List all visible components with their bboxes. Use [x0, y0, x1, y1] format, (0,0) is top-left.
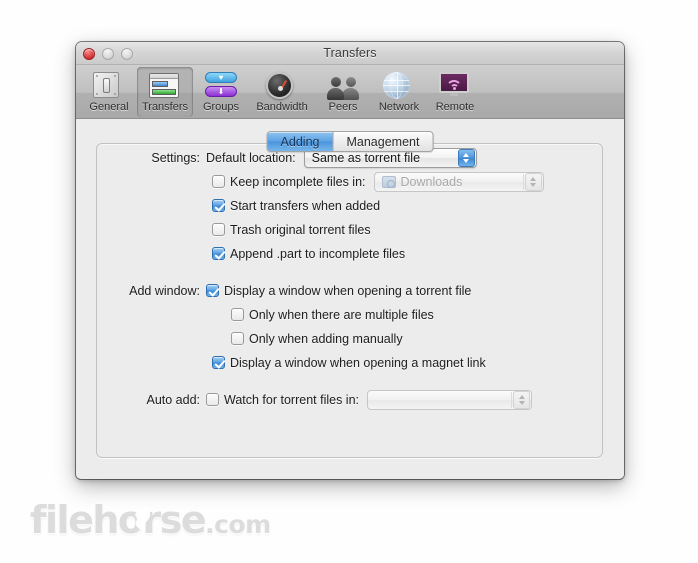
start-transfers-checkbox[interactable]	[212, 199, 225, 212]
row-trash-original: Trash original torrent files	[212, 219, 624, 240]
row-display-magnet: Display a window when opening a magnet l…	[212, 352, 624, 373]
preferences-window: Transfers General Transfers ♥ ⬇ Groups B…	[76, 42, 624, 479]
tab-management[interactable]: Management	[332, 132, 432, 151]
only-multiple-label: Only when there are multiple files	[249, 307, 434, 322]
row-auto-add: Auto add: Watch for torrent files in:	[76, 389, 624, 410]
append-part-label: Append .part to incomplete files	[230, 246, 406, 261]
toolbar-label-bandwidth: Bandwidth	[256, 101, 308, 113]
transfers-list-icon	[149, 70, 181, 100]
keep-incomplete-value: Downloads	[400, 174, 463, 189]
group-pills-icon: ♥ ⬇	[205, 70, 237, 100]
row-only-multiple: Only when there are multiple files	[231, 304, 624, 325]
append-part-checkbox[interactable]	[212, 247, 225, 260]
toolbar-item-transfers[interactable]: Transfers	[137, 67, 193, 117]
gauge-icon	[266, 70, 298, 100]
keep-incomplete-label: Keep incomplete files in:	[230, 174, 366, 189]
watch-folder-popup	[367, 389, 532, 410]
folder-icon	[381, 175, 396, 188]
globe-icon	[383, 70, 415, 100]
window-title: Transfers	[323, 46, 377, 60]
toolbar-label-peers: Peers	[328, 101, 358, 113]
toolbar-item-peers[interactable]: Peers	[315, 67, 371, 117]
watermark-suffix: .com	[205, 510, 271, 539]
toolbar-item-groups[interactable]: ♥ ⬇ Groups	[193, 67, 249, 117]
popup-arrows-icon	[513, 390, 530, 409]
row-only-manual: Only when adding manually	[231, 328, 624, 349]
trash-original-checkbox[interactable]	[212, 223, 225, 236]
trash-original-label: Trash original torrent files	[230, 222, 371, 237]
toolbar-label-remote: Remote	[435, 101, 475, 113]
toolbar-label-network: Network	[378, 101, 420, 113]
toolbar-item-remote[interactable]: Remote	[427, 67, 483, 117]
watch-folder-checkbox[interactable]	[206, 393, 219, 406]
tab-adding[interactable]: Adding	[267, 132, 333, 151]
display-wifi-icon	[439, 70, 471, 100]
toolbar-label-general: General	[89, 101, 129, 113]
watch-folder-label: Watch for torrent files in:	[224, 392, 359, 407]
only-manual-label: Only when adding manually	[249, 331, 403, 346]
keep-incomplete-path-popup: Downloads	[373, 171, 544, 192]
popup-arrows-icon	[457, 148, 475, 167]
default-location-value: Same as torrent file	[311, 150, 421, 165]
display-magnet-checkbox[interactable]	[212, 356, 225, 369]
filehorse-watermark: filehorse.com	[30, 498, 271, 542]
tab-bar: Adding Management	[266, 131, 434, 152]
row-display-torrent: Add window: Display a window when openin…	[76, 280, 624, 301]
add-window-label: Add window:	[129, 283, 200, 298]
display-torrent-label: Display a window when opening a torrent …	[224, 283, 472, 298]
screen-canvas: Transfers General Transfers ♥ ⬇ Groups B…	[0, 0, 698, 563]
row-keep-incomplete: Keep incomplete files in: Downloads	[212, 171, 624, 192]
display-magnet-label: Display a window when opening a magnet l…	[230, 355, 486, 370]
preferences-content: Adding Management Settings: Default loca…	[76, 119, 624, 478]
row-append-part: Append .part to incomplete files	[212, 243, 624, 264]
toolbar-label-transfers: Transfers	[141, 101, 189, 113]
display-torrent-checkbox[interactable]	[206, 284, 219, 297]
only-multiple-checkbox[interactable]	[231, 308, 244, 321]
only-manual-checkbox[interactable]	[231, 332, 244, 345]
keep-incomplete-checkbox[interactable]	[212, 175, 225, 188]
auto-add-label: Auto add:	[146, 392, 200, 407]
toolbar-label-groups: Groups	[202, 101, 240, 113]
preferences-toolbar: General Transfers ♥ ⬇ Groups Bandwidth P…	[76, 65, 624, 119]
default-location-label: Default location:	[206, 150, 296, 165]
switch-plate-icon	[93, 70, 125, 100]
row-start-transfers: Start transfers when added	[212, 195, 624, 216]
popup-arrows-icon	[524, 172, 542, 191]
toolbar-item-network[interactable]: Network	[371, 67, 427, 117]
toolbar-item-general[interactable]: General	[81, 67, 137, 117]
window-titlebar[interactable]: Transfers	[76, 42, 624, 65]
watermark-text: filehorse	[30, 498, 207, 542]
toolbar-item-bandwidth[interactable]: Bandwidth	[249, 67, 315, 117]
people-icon	[327, 70, 359, 100]
horse-head-icon	[135, 504, 151, 530]
adding-settings-form: Settings: Default location: Same as torr…	[76, 147, 624, 413]
settings-label: Settings:	[151, 150, 200, 165]
start-transfers-label: Start transfers when added	[230, 198, 381, 213]
